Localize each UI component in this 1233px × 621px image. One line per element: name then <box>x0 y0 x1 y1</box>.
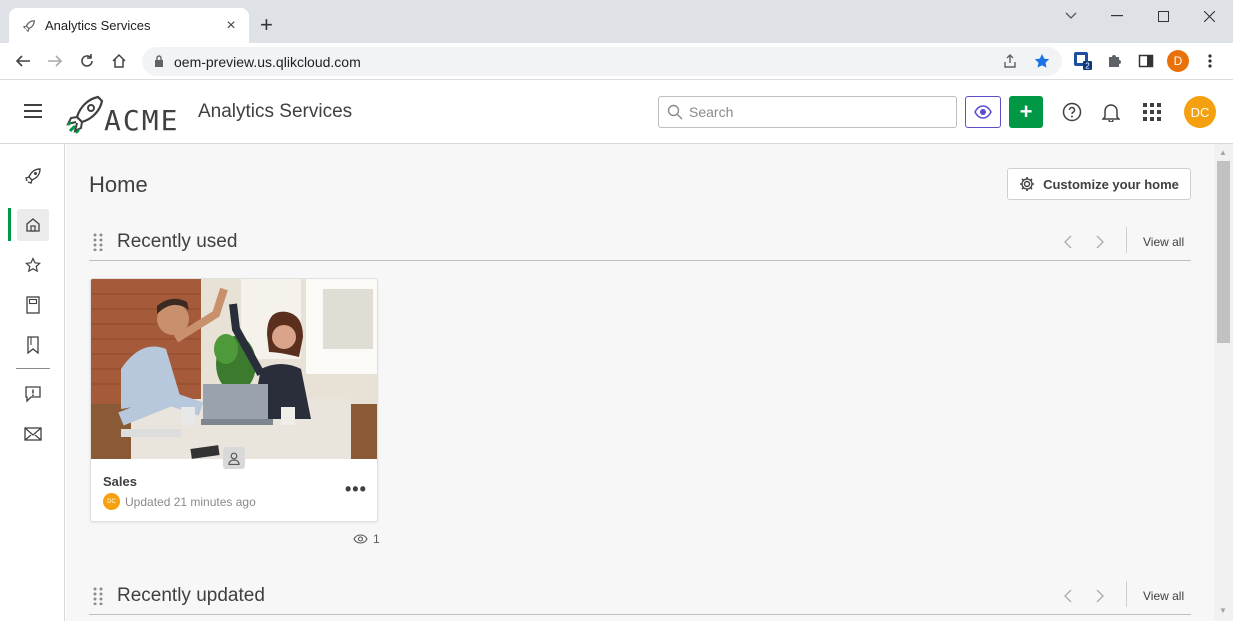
sidebar-item-collections[interactable] <box>17 329 49 361</box>
pager-divider <box>1126 581 1127 607</box>
rocket-icon <box>25 168 41 184</box>
star-icon <box>25 257 41 273</box>
maximize-window-icon[interactable] <box>1153 6 1173 26</box>
customize-home-label: Customize your home <box>1043 176 1179 192</box>
sidebar-active-indicator <box>8 208 11 241</box>
scroll-up-icon[interactable]: ▲ <box>1219 148 1227 157</box>
scroll-down-icon[interactable]: ▼ <box>1219 606 1227 615</box>
bookmark-star-icon[interactable] <box>1031 50 1053 72</box>
app-card-sales[interactable]: Sales DC Updated 21 minutes ago ••• <box>90 278 378 522</box>
pager-divider <box>1126 227 1127 253</box>
view-count-value: 1 <box>373 532 380 546</box>
app-thumbnail-image <box>91 279 377 459</box>
sidebar-item-home[interactable] <box>17 209 49 241</box>
rocket-favicon-icon <box>21 18 37 34</box>
profile-initial: D <box>1167 50 1189 72</box>
card-updated-text: Updated 21 minutes ago <box>125 494 256 509</box>
bookmark-icon <box>27 336 39 354</box>
view-count: 1 <box>353 532 380 546</box>
extensions-puzzle-icon[interactable] <box>1103 50 1125 72</box>
sidebar-item-launch[interactable] <box>17 160 49 192</box>
notebook-icon <box>26 296 40 314</box>
search-input[interactable]: Search <box>658 96 957 128</box>
home-icon <box>26 218 40 232</box>
view-all-link[interactable]: View all <box>1143 235 1184 249</box>
profile-avatar[interactable]: D <box>1167 50 1189 72</box>
user-avatar[interactable]: DC <box>1184 96 1216 128</box>
eye-views-icon <box>353 534 368 544</box>
owner-avatar: DC <box>103 493 120 510</box>
customize-home-button[interactable]: Customize your home <box>1007 168 1191 200</box>
sidebar-item-feedback[interactable] <box>17 378 49 410</box>
section-title: Recently used <box>117 231 238 252</box>
apps-grid-icon[interactable] <box>1141 101 1163 123</box>
share-icon[interactable] <box>999 50 1021 72</box>
rocket-logo-icon <box>66 95 104 134</box>
search-placeholder: Search <box>689 104 734 120</box>
sidebar-item-messages[interactable] <box>17 418 49 450</box>
minimize-window-icon[interactable] <box>1107 6 1127 26</box>
sidebar-divider <box>16 368 50 369</box>
new-tab-button[interactable]: + <box>260 14 273 36</box>
main-content: Home Customize your home Recently used V… <box>66 144 1214 621</box>
scrollbar-thumb[interactable] <box>1217 161 1230 343</box>
back-arrow-icon[interactable] <box>12 50 34 72</box>
page-title: Home <box>89 172 148 197</box>
home-browser-icon[interactable] <box>108 50 130 72</box>
chevron-right-icon[interactable] <box>1096 233 1105 254</box>
sidebar-item-favorites[interactable] <box>17 249 49 281</box>
recently-used-header: Recently used View all <box>89 223 1191 261</box>
url-text: oem-preview.us.qlikcloud.com <box>174 53 361 70</box>
close-tab-icon[interactable]: × <box>221 17 241 35</box>
browser-toolbar: oem-preview.us.qlikcloud.com 2 D <box>0 43 1233 80</box>
drag-handle-icon[interactable] <box>93 233 103 251</box>
help-icon[interactable] <box>1061 101 1083 123</box>
user-icon <box>228 452 240 465</box>
logo-text: ACME <box>104 104 180 137</box>
acme-logo[interactable]: ACME <box>66 92 179 137</box>
chevron-left-icon[interactable] <box>1063 587 1072 608</box>
mail-icon <box>24 427 42 441</box>
hamburger-menu-icon[interactable] <box>24 104 42 122</box>
search-icon <box>667 104 683 120</box>
gear-icon <box>1020 177 1035 191</box>
create-button[interactable]: + <box>1009 96 1043 128</box>
card-meta: DC Updated 21 minutes ago <box>103 493 256 510</box>
view-all-link[interactable]: View all <box>1143 589 1184 603</box>
address-bar[interactable]: oem-preview.us.qlikcloud.com <box>142 47 1062 76</box>
forward-arrow-icon[interactable] <box>44 50 66 72</box>
recently-updated-header: Recently updated View all <box>89 577 1191 615</box>
browser-tab-title: Analytics Services <box>45 18 151 33</box>
app-title: Analytics Services <box>198 101 353 122</box>
page-scrollbar[interactable]: ▲ ▼ <box>1214 144 1233 621</box>
sidebar <box>0 144 65 621</box>
tab-search-chevron-icon[interactable] <box>1061 6 1081 26</box>
notifications-bell-icon[interactable] <box>1100 101 1122 123</box>
insight-advisor-button[interactable] <box>965 96 1001 128</box>
owner-badge <box>223 447 245 469</box>
extension-badge-icon[interactable]: 2 <box>1072 50 1094 72</box>
reload-icon[interactable] <box>76 50 98 72</box>
more-options-icon[interactable]: ••• <box>345 479 367 500</box>
eye-icon <box>974 105 992 119</box>
app-header: ACME Analytics Services Search + DC <box>0 80 1233 144</box>
chevron-left-icon[interactable] <box>1063 233 1072 254</box>
browser-tab[interactable]: Analytics Services × <box>9 8 249 43</box>
sidebar-item-catalog[interactable] <box>17 289 49 321</box>
drag-handle-icon[interactable] <box>93 587 103 605</box>
card-title: Sales <box>103 474 137 489</box>
extension-badge-count: 2 <box>1085 62 1090 71</box>
browser-tab-strip: Analytics Services × + <box>0 0 1233 43</box>
chevron-right-icon[interactable] <box>1096 587 1105 608</box>
browser-menu-icon[interactable] <box>1199 50 1221 72</box>
close-window-icon[interactable] <box>1199 6 1219 26</box>
section-title: Recently updated <box>117 585 265 606</box>
lock-icon <box>154 54 164 70</box>
feedback-icon <box>25 386 41 403</box>
side-panel-icon[interactable] <box>1135 50 1157 72</box>
